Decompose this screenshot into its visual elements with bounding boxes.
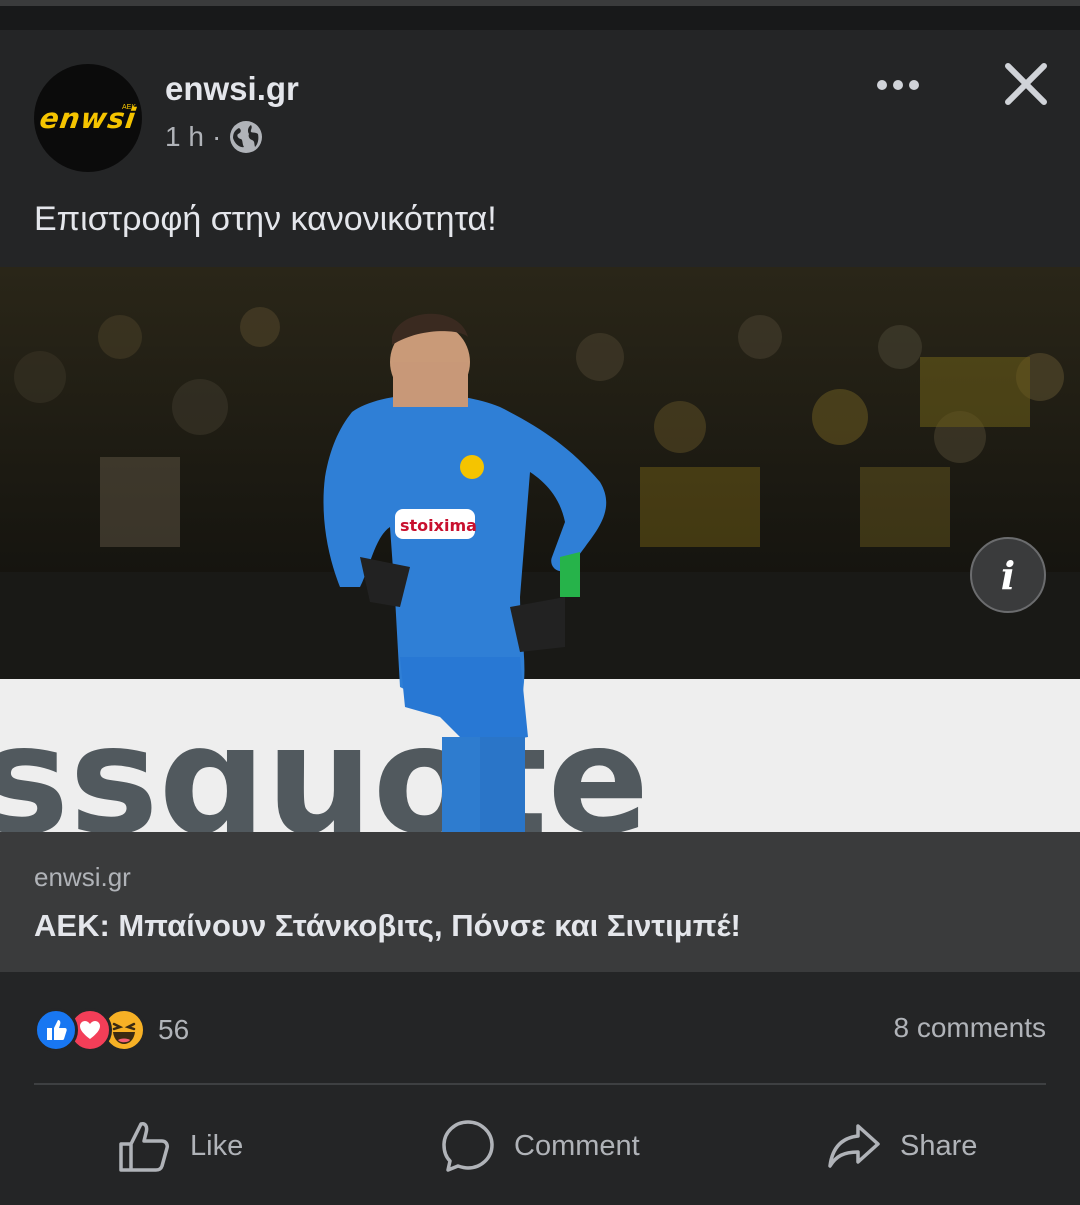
link-preview[interactable]: enwsi.gr ΑΕΚ: Μπαίνουν Στάνκοβιτς, Πόνσε… — [0, 832, 1080, 972]
link-title[interactable]: ΑΕΚ: Μπαίνουν Στάνκοβιτς, Πόνσε και Σιντ… — [34, 908, 741, 944]
post-photo[interactable]: ssquote stoixima i — [0, 267, 1080, 832]
like-icon — [34, 1008, 78, 1052]
comment-label: Comment — [514, 1129, 640, 1162]
post-text: Επιστροφή στην κανονικότητα! — [34, 200, 497, 238]
comment-button[interactable]: Comment — [440, 1118, 640, 1174]
comments-count[interactable]: 8 comments — [894, 1012, 1047, 1044]
divider — [34, 1083, 1046, 1085]
post-card: enwsi AEK enwsi.gr 1 h · Επιστροφή στην … — [0, 30, 1080, 1205]
reactions-summary[interactable]: 56 — [34, 1008, 189, 1052]
post-meta: 1 h · — [165, 120, 263, 154]
page-avatar[interactable]: enwsi AEK — [34, 64, 142, 172]
goalkeeper-photo: ssquote stoixima — [0, 267, 1080, 832]
logo-mini-text: AEK — [121, 104, 136, 111]
top-strip — [0, 0, 1080, 30]
share-label: Share — [900, 1129, 978, 1162]
banner-text: ssquote — [0, 694, 649, 832]
share-button[interactable]: Share — [826, 1118, 977, 1174]
more-options-button[interactable] — [870, 70, 926, 100]
globe-icon — [230, 121, 263, 153]
like-label: Like — [190, 1129, 244, 1162]
post-time[interactable]: 1 h — [165, 121, 204, 153]
share-icon — [828, 1124, 880, 1168]
reactions-count: 56 — [158, 1014, 190, 1045]
link-domain: enwsi.gr — [34, 862, 131, 892]
info-button[interactable]: i — [970, 537, 1046, 613]
svg-text:stoixima: stoixima — [400, 516, 477, 535]
comment-icon — [442, 1120, 494, 1172]
page-name[interactable]: enwsi.gr — [165, 70, 299, 108]
like-button[interactable]: Like — [116, 1118, 243, 1174]
meta-separator: · — [211, 121, 222, 152]
thumbs-up-icon — [119, 1122, 169, 1172]
close-icon[interactable] — [1000, 58, 1052, 110]
